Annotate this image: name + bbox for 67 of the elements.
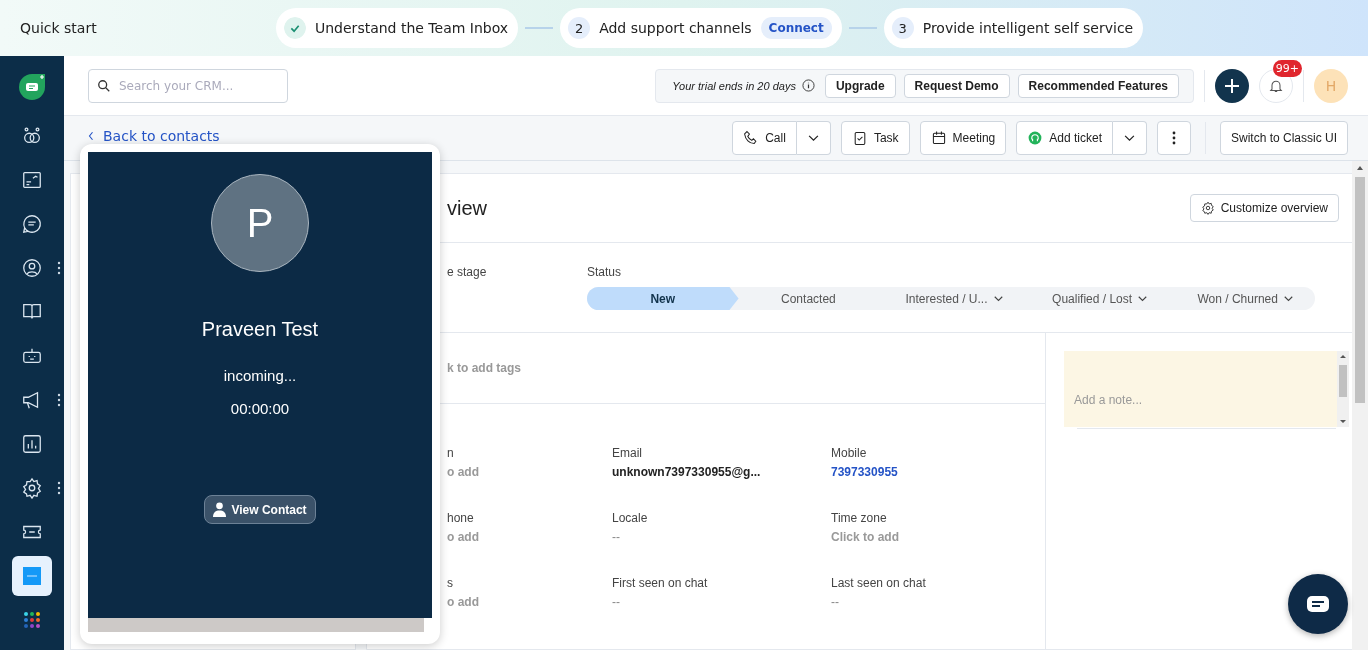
header-button[interactable]: Request Demo bbox=[903, 73, 1010, 98]
logo-icon bbox=[17, 72, 47, 102]
info-icon bbox=[801, 79, 815, 92]
field-value: -- bbox=[612, 595, 621, 609]
view-contact-button[interactable]: View Contact bbox=[204, 495, 316, 524]
app-icon bbox=[22, 566, 42, 586]
field-value[interactable]: 7397330955 bbox=[831, 465, 1031, 479]
caret-icon bbox=[807, 134, 819, 142]
field-value: -- bbox=[831, 595, 840, 609]
field-label: Last seen on chat bbox=[831, 576, 927, 590]
search-field[interactable]: Search your CRM... bbox=[88, 68, 288, 103]
caret-icon bbox=[1123, 134, 1135, 142]
quick-start-step[interactable]: Understand the Team Inbox bbox=[276, 8, 519, 48]
status-step[interactable]: New bbox=[587, 287, 739, 310]
header-button[interactable]: Upgrade bbox=[824, 73, 896, 98]
action-button[interactable]: Add ticket bbox=[1016, 121, 1113, 155]
add-button[interactable] bbox=[1215, 68, 1249, 103]
field-label: hone bbox=[447, 511, 475, 525]
scrollbar[interactable] bbox=[88, 618, 424, 632]
more-icon[interactable] bbox=[57, 481, 61, 495]
call-state: incoming... bbox=[223, 367, 297, 384]
contact-icon bbox=[21, 257, 43, 279]
quick-start-step[interactable]: 2 Add support channels Connect bbox=[560, 8, 842, 48]
action-button[interactable]: Task bbox=[840, 121, 910, 155]
search-icon bbox=[97, 78, 111, 93]
field-label: Mobile bbox=[831, 446, 868, 460]
apps-grid-icon bbox=[22, 610, 42, 630]
quick-start-title: Quick start bbox=[20, 20, 98, 36]
switch-ui-button[interactable]: Switch to Classic UI bbox=[1219, 121, 1348, 155]
connect-badge[interactable]: Connect bbox=[760, 17, 832, 39]
customize-button[interactable]: Customize overview bbox=[1189, 194, 1339, 222]
call-timer: 00:00:00 bbox=[230, 400, 290, 417]
caller-name: Praveen Test bbox=[201, 318, 319, 341]
action-button[interactable]: Call bbox=[732, 121, 797, 155]
field-label: Email bbox=[612, 446, 643, 460]
back-link[interactable]: Back to contacts bbox=[88, 128, 220, 144]
calendar-icon bbox=[930, 130, 947, 146]
more-icon bbox=[1171, 131, 1176, 145]
more-icon[interactable] bbox=[57, 393, 61, 407]
field-label: First seen on chat bbox=[612, 576, 709, 590]
person-icon bbox=[213, 502, 227, 517]
overview-title: view bbox=[447, 196, 487, 220]
field-label: e stage bbox=[447, 265, 488, 281]
caller-avatar: P bbox=[211, 174, 309, 272]
headset-icon bbox=[1027, 130, 1044, 146]
field-label: Time zone bbox=[831, 511, 888, 525]
settings-icon bbox=[1200, 201, 1215, 215]
action-button[interactable]: Meeting bbox=[919, 121, 1007, 155]
settings-icon bbox=[21, 477, 43, 499]
field-value: -- bbox=[612, 530, 621, 544]
board-icon bbox=[21, 169, 43, 191]
chat-icon bbox=[1306, 595, 1330, 613]
chevron-left-icon bbox=[88, 131, 94, 141]
header-button[interactable]: Recommended Features bbox=[1017, 73, 1179, 98]
field-label: Locale bbox=[612, 511, 649, 525]
chart-icon bbox=[21, 433, 43, 455]
notification-badge: 99+ bbox=[1272, 59, 1302, 77]
field-label: Status bbox=[587, 265, 623, 279]
more-icon[interactable] bbox=[57, 261, 61, 275]
trial-text: Your trial ends in 20 days bbox=[672, 79, 796, 92]
field-label: s bbox=[447, 576, 454, 590]
field-value: unknown7397330955@g... bbox=[612, 465, 762, 479]
field-label: n bbox=[447, 446, 455, 460]
step-number: 3 bbox=[891, 17, 914, 39]
step-number: 2 bbox=[568, 17, 591, 39]
chat-icon bbox=[21, 213, 43, 235]
quick-start-step[interactable]: 3 Provide intelligent self service bbox=[883, 8, 1144, 48]
